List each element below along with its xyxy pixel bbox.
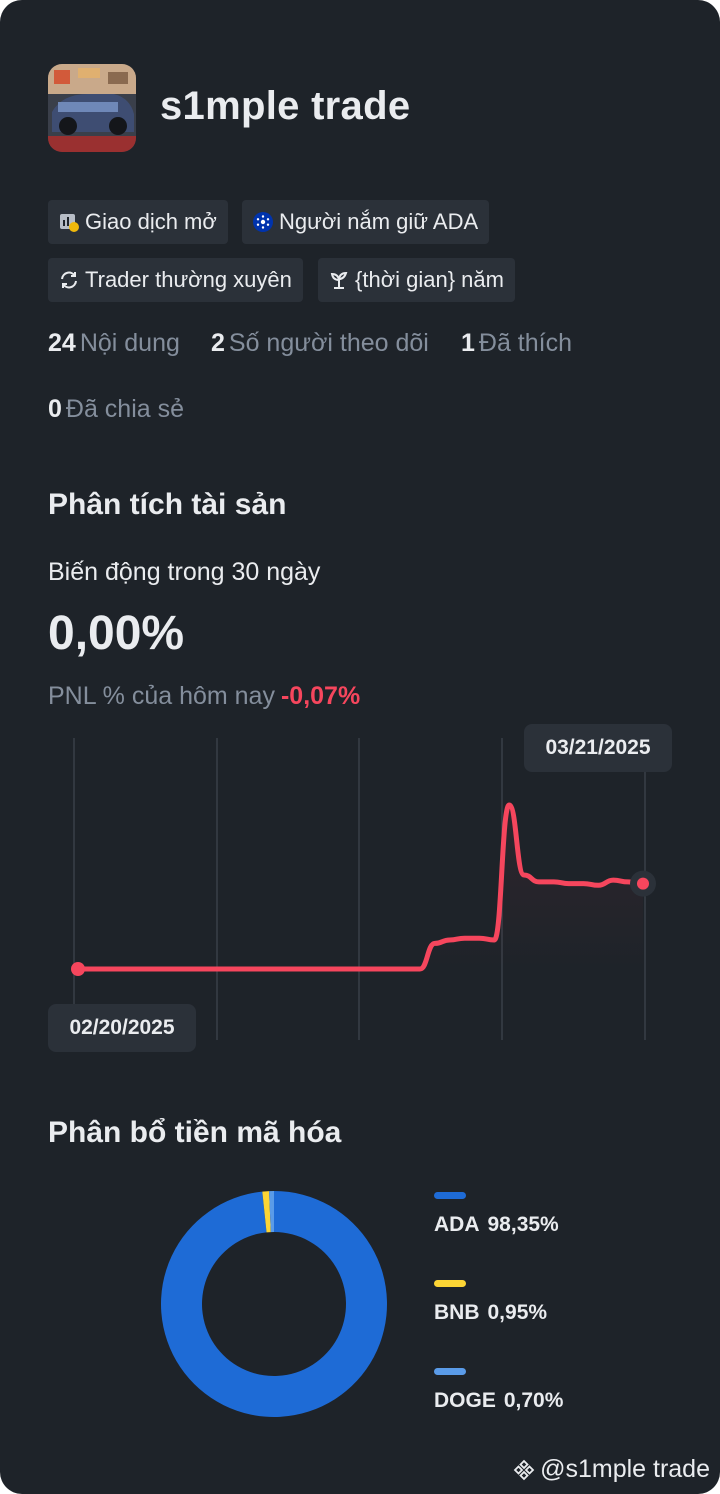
legend-value: 0,70%	[503, 1389, 564, 1412]
start-date-label: 02/20/2025	[69, 1016, 175, 1039]
stat-label: Nội dung	[79, 329, 180, 357]
stat-likes[interactable]: 1 Đã thích	[461, 329, 572, 358]
tag-open-trading[interactable]: Giao dịch mở	[48, 200, 228, 244]
legend-swatch	[434, 1368, 466, 1375]
allocation-title: Phân bổ tiền mã hóa	[48, 1116, 342, 1149]
start-date-tooltip: 02/20/2025	[48, 1004, 196, 1052]
repeat-icon	[59, 270, 79, 290]
sprout-icon	[329, 270, 349, 290]
profile-share-card: s1mple trade Giao dịch mở Người nắm giữ …	[0, 0, 720, 1494]
pnl-label: PNL % của hôm nay	[48, 682, 275, 710]
legend-item-doge: DOGE 0,70%	[434, 1368, 563, 1413]
footer-brand: @s1mple trade	[512, 1455, 710, 1484]
profile-name: s1mple trade	[160, 84, 411, 128]
end-date-tooltip: 03/21/2025	[524, 724, 672, 772]
tag-label: Người nắm giữ ADA	[279, 209, 479, 234]
legend-name: ADA	[434, 1213, 480, 1236]
stat-value: 1	[461, 329, 475, 357]
legend-name: BNB	[434, 1301, 480, 1324]
stat-shares[interactable]: 0 Đã chia sẻ	[48, 395, 184, 424]
stat-label: Đã thích	[478, 329, 573, 357]
stat-label: Số người theo dõi	[228, 329, 429, 357]
legend-swatch	[434, 1192, 466, 1199]
legend-swatch	[434, 1280, 466, 1287]
pnl-today: PNL % của hôm nay -0,07%	[48, 682, 360, 711]
stat-value: 0	[48, 395, 62, 423]
stat-posts[interactable]: 24 Nội dung	[48, 329, 180, 358]
tag-label: {thời gian} năm	[355, 267, 504, 292]
legend-item-bnb: BNB 0,95%	[434, 1280, 547, 1325]
stat-value: 2	[211, 329, 225, 357]
start-point	[71, 962, 85, 976]
avatar[interactable]	[48, 64, 136, 152]
legend-item-ada: ADA 98,35%	[434, 1192, 559, 1237]
ada-coin-icon	[253, 212, 273, 232]
footer-handle: @s1mple trade	[540, 1455, 710, 1483]
change-value: 0,00%	[48, 607, 185, 660]
legend-value: 0,95%	[487, 1301, 548, 1324]
change-period-label: Biến động trong 30 ngày	[48, 558, 321, 586]
pnl-value: -0,07%	[280, 682, 361, 710]
allocation-donut-chart[interactable]	[160, 1190, 388, 1418]
stat-label: Đã chia sẻ	[65, 395, 185, 423]
end-point	[637, 877, 649, 890]
tag-label: Giao dịch mở	[85, 209, 217, 234]
stat-value: 24	[48, 329, 76, 357]
asset-analysis-title: Phân tích tài sản	[48, 488, 287, 521]
pnl-area	[78, 805, 643, 969]
avatar-image	[48, 64, 136, 152]
tag-frequent-trader[interactable]: Trader thường xuyên	[48, 258, 303, 302]
end-date-label: 03/21/2025	[545, 736, 651, 759]
legend-name: DOGE	[434, 1389, 496, 1412]
binance-logo-icon	[513, 1459, 535, 1480]
stat-followers[interactable]: 2 Số người theo dõi	[211, 329, 429, 358]
tag-years[interactable]: {thời gian} năm	[318, 258, 515, 302]
chart-badge-icon	[59, 212, 79, 232]
tag-label: Trader thường xuyên	[85, 267, 292, 292]
tag-ada-holder[interactable]: Người nắm giữ ADA	[242, 200, 490, 244]
legend-value: 98,35%	[487, 1213, 559, 1236]
